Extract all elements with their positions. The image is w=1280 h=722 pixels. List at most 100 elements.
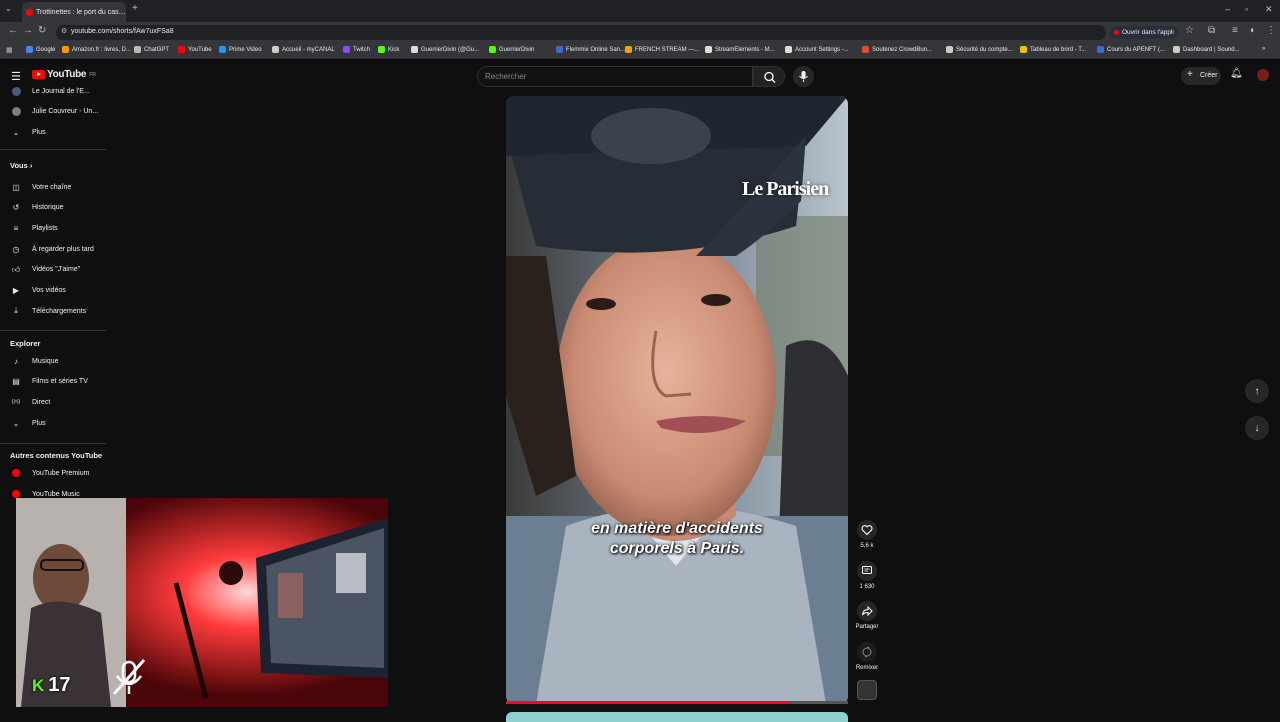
bookmark-star-icon[interactable]: ☆	[1185, 25, 1194, 36]
chevron-down-icon: ⌄	[12, 418, 20, 428]
bookmark-label: Google	[36, 46, 56, 53]
sidebar-item-label: Plus	[32, 419, 46, 427]
previous-short-button[interactable]: ↑	[1245, 379, 1269, 403]
bookmark-item[interactable]: ChatGPT	[134, 46, 169, 53]
bookmark-item[interactable]: Accueil - myCANAL	[272, 46, 335, 53]
sidebar-item-your-videos[interactable]: ▶ Vos vidéos	[0, 282, 106, 300]
sidebar-item-youtube-premium[interactable]: YouTube Premium	[0, 464, 106, 482]
site-info-icon[interactable]: ⚙	[61, 27, 67, 35]
le-parisien-watermark: Le Parisien	[742, 178, 829, 200]
sidebar-item-downloads[interactable]: ⤓ Téléchargements	[0, 302, 106, 320]
remix-button[interactable]	[857, 642, 877, 662]
bookmark-item[interactable]: Prime Video	[219, 46, 262, 53]
restore-icon[interactable]: ▫	[1245, 4, 1248, 14]
channel-avatar	[11, 86, 21, 96]
open-in-app-button[interactable]: Ouvrir dans l'appli	[1110, 26, 1178, 39]
bookmark-label: Prime Video	[229, 46, 262, 53]
sidebar-item-channel[interactable]: ◫ Votre chaîne	[0, 178, 106, 196]
url-text: youtube.com/shorts/fAw7uxFSa8	[71, 28, 174, 35]
sidebar-item-live[interactable]: ((•)) Direct	[0, 393, 106, 411]
bookmark-favicon-icon	[489, 46, 496, 53]
tab-list-icon[interactable]: ⌄	[5, 4, 12, 13]
bookmark-item[interactable]: Dashboard | Sound...	[1173, 46, 1240, 53]
bookmark-item[interactable]: StreamElements - M...	[705, 46, 775, 53]
share-button[interactable]	[857, 601, 877, 621]
sidebar-item-watch-later[interactable]: ◷ À regarder plus tard	[0, 240, 106, 258]
reload-icon[interactable]: ↻	[38, 25, 46, 36]
like-button[interactable]	[857, 520, 877, 540]
subtitle-line: en matière d'accidents	[591, 520, 763, 537]
search-input[interactable]: Rechercher	[477, 66, 753, 87]
bookmark-item[interactable]: GuerrierDivin (@Gu...	[411, 46, 479, 53]
webcam-feed	[16, 498, 388, 707]
sidebar-item-music[interactable]: ♪ Musique	[0, 352, 106, 370]
comments-button[interactable]	[857, 561, 877, 581]
minimize-icon[interactable]: –	[1225, 4, 1230, 14]
subscriptions-more-item[interactable]: ⌄ Plus	[0, 123, 106, 141]
create-button[interactable]: + Créer	[1181, 67, 1221, 85]
sidebar-item-history[interactable]: ↺ Historique	[0, 199, 106, 217]
bookmarks-bar: ▦ Google Amazon.fr : livres, D... ChatGPT Y…	[0, 43, 1280, 59]
browser-tab-bar: ⌄ Trottinettes : le port du cas… ✕ + – ▫…	[0, 0, 1280, 22]
bookmark-item[interactable]: Google	[26, 46, 55, 53]
bookmark-item[interactable]: GuerrierDivin	[489, 46, 534, 53]
next-short-preview[interactable]	[506, 712, 848, 722]
subscription-item[interactable]: Le Journal de l'E...	[0, 82, 106, 100]
next-short-button[interactable]: ↓	[1245, 416, 1269, 440]
comment-action[interactable]: 1 630	[856, 561, 878, 590]
microphone-icon	[799, 71, 808, 82]
you-heading[interactable]: Vous ›	[10, 161, 32, 170]
notifications-icon[interactable]: 🔔︎	[1230, 68, 1243, 79]
bookmark-item[interactable]: Account Settings -...	[785, 46, 849, 53]
profile-icon[interactable]: ◐	[1250, 25, 1256, 36]
back-icon[interactable]: ←	[8, 25, 18, 36]
bookmark-item[interactable]: Kick	[378, 46, 399, 53]
bookmark-item[interactable]: FRENCH STREAM —...	[625, 46, 699, 53]
remix-action[interactable]: Remixer	[856, 642, 878, 671]
sidebar-item-label: YouTube Premium	[32, 469, 90, 477]
bookmark-item[interactable]: Soutenez CrowdBun...	[862, 46, 932, 53]
sidebar-item-chevron-down[interactable]: ⌄ Plus	[0, 414, 106, 432]
sidebar-item-label: Vidéos "J'aime"	[32, 266, 81, 274]
your-videos-icon: ▶	[12, 286, 20, 295]
sound-thumbnail[interactable]	[857, 680, 877, 700]
url-field[interactable]: ⚙ youtube.com/shorts/fAw7uxFSa8	[56, 25, 1106, 40]
chevron-down-icon: ⌄	[12, 127, 20, 137]
sidebar-item-playlists[interactable]: ≡ Playlists	[0, 219, 106, 237]
browser-menu-icon[interactable]: ⋮	[1266, 25, 1276, 36]
sidebar-item-films[interactable]: ▤ Films et séries TV	[0, 373, 106, 391]
create-label: Créer	[1200, 72, 1218, 79]
search-button[interactable]	[753, 66, 785, 87]
subscription-item[interactable]: Julie Couvreur - Un...	[0, 102, 106, 120]
bookmark-label: StreamElements - M...	[715, 46, 775, 53]
progress-bar[interactable]	[506, 701, 848, 704]
close-window-icon[interactable]: ✕	[1265, 4, 1273, 15]
forward-icon[interactable]: →	[23, 25, 33, 36]
watch-later-icon: ◷	[12, 244, 20, 254]
bookmark-item[interactable]: YouTube	[178, 46, 212, 53]
apps-icon[interactable]: ▦	[6, 46, 13, 54]
share-action[interactable]: Partager	[855, 601, 879, 630]
voice-search-button[interactable]	[793, 66, 814, 87]
bookmark-item[interactable]: Sécurité du compte...	[946, 46, 1013, 53]
browser-tab-active[interactable]: Trottinettes : le port du cas… ✕	[22, 2, 126, 22]
bookmark-item[interactable]: Amazon.fr : livres, D...	[62, 46, 131, 53]
media-control-icon[interactable]: ≡	[1232, 25, 1238, 36]
other-heading: Autres contenus YouTube	[10, 451, 103, 460]
bookmark-item[interactable]: Cours du APENFT (...	[1097, 46, 1165, 53]
bookmark-favicon-icon	[378, 46, 385, 53]
address-toolbar: ← → ↻ ⚙ youtube.com/shorts/fAw7uxFSa8 Ou…	[0, 22, 1280, 43]
bookmark-item[interactable]: Tableau de bord - T...	[1020, 46, 1086, 53]
like-action[interactable]: 5,6 k	[856, 520, 878, 549]
new-tab-icon[interactable]: +	[132, 3, 138, 14]
short-video-player[interactable]: Le Parisien en matière d'accidents corpo…	[506, 96, 848, 704]
bookmark-favicon-icon	[1097, 46, 1104, 53]
bookmark-item[interactable]: Twitch	[343, 46, 370, 53]
extensions-icon[interactable]: ⧉	[1208, 25, 1215, 36]
account-avatar[interactable]	[1257, 69, 1269, 81]
more-bookmarks-icon[interactable]: »	[1262, 46, 1265, 52]
sidebar-item-liked[interactable]: 👍︎ Vidéos "J'aime"	[0, 261, 106, 279]
like-count: 5,6 k	[860, 543, 874, 549]
bookmark-item[interactable]: Flemmix Online San...	[556, 46, 625, 53]
youtube-logo[interactable]: YouTube FR	[32, 69, 96, 80]
